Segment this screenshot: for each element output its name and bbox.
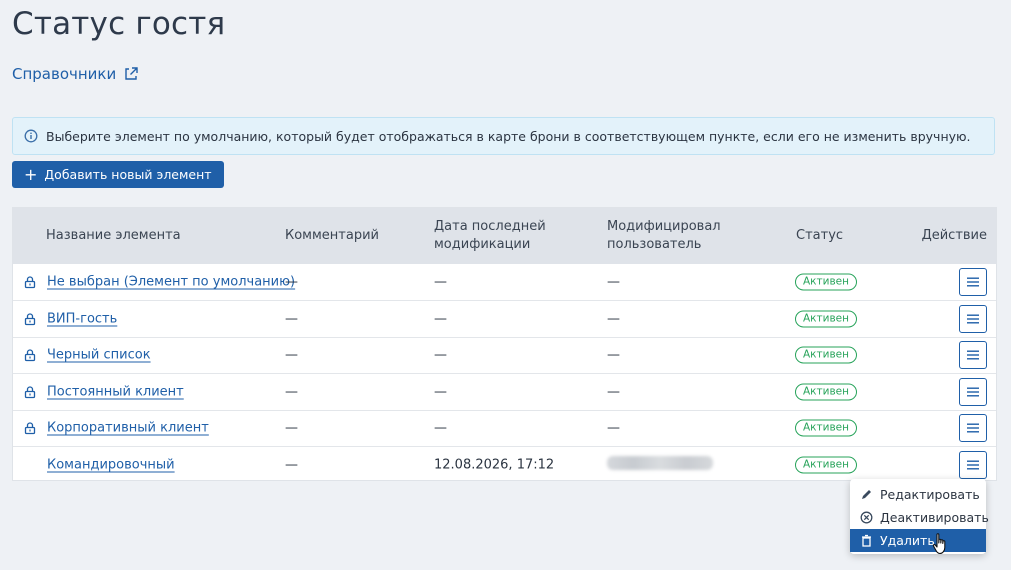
lock-icon bbox=[24, 386, 36, 399]
add-element-button[interactable]: + Добавить новый элемент bbox=[12, 161, 224, 188]
row-date: — bbox=[434, 311, 447, 327]
header-status: Статус bbox=[796, 228, 844, 243]
menu-lines-icon bbox=[967, 314, 979, 324]
menu-item-deactivate[interactable]: Деактивировать bbox=[850, 506, 989, 529]
lock-icon bbox=[24, 276, 36, 289]
row-user: — bbox=[607, 347, 620, 363]
status-badge: Активен bbox=[795, 419, 857, 437]
row-status: Активен bbox=[795, 419, 857, 437]
status-badge: Активен bbox=[795, 310, 857, 328]
menu-item-deactivate-label: Деактивировать bbox=[880, 510, 989, 525]
status-badge: Активен bbox=[795, 383, 857, 401]
row-user: — bbox=[607, 420, 620, 436]
row-status: Активен bbox=[795, 273, 857, 291]
row-action-button[interactable] bbox=[959, 305, 987, 334]
table-row: Черный список — — — Активен bbox=[13, 336, 996, 373]
plus-icon: + bbox=[24, 164, 38, 184]
row-date: 12.08.2026, 17:12 bbox=[434, 457, 555, 473]
table-row: Постоянный клиент — — — Активен bbox=[13, 373, 996, 409]
row-action-button[interactable] bbox=[959, 450, 987, 479]
table-row: Не выбран (Элемент по умолчанию) — — — Актив… bbox=[13, 264, 996, 300]
trash-icon bbox=[862, 534, 871, 547]
row-status: Активен bbox=[795, 310, 857, 328]
row-name-link[interactable]: Черный список bbox=[47, 348, 151, 363]
header-date-line1: Дата последней bbox=[434, 219, 546, 234]
status-badge: Активен bbox=[795, 346, 857, 364]
row-user-redacted bbox=[607, 455, 713, 474]
table-body: Не выбран (Элемент по умолчанию) — — — Актив… bbox=[13, 264, 996, 482]
header-user: Модифицировал пользователь bbox=[607, 218, 721, 254]
row-user: — bbox=[607, 274, 620, 290]
header-comment: Комментарий bbox=[285, 228, 379, 243]
row-action-button[interactable] bbox=[959, 377, 987, 406]
menu-lines-icon bbox=[967, 277, 979, 287]
circle-x-icon bbox=[860, 511, 873, 524]
row-user: — bbox=[607, 384, 620, 400]
menu-item-edit[interactable]: Редактировать bbox=[850, 483, 986, 506]
breadcrumb-label: Справочники bbox=[12, 65, 117, 83]
menu-lines-icon bbox=[967, 423, 979, 433]
menu-item-delete[interactable]: Удалить bbox=[850, 529, 986, 552]
table-row: Корпоративный клиент — — — Активен bbox=[13, 409, 996, 446]
breadcrumb-link[interactable]: Справочники bbox=[12, 65, 138, 83]
status-badge: Активен bbox=[795, 273, 857, 291]
lock-icon bbox=[24, 349, 36, 362]
row-status: Активен bbox=[795, 383, 857, 401]
row-name-link[interactable]: Постоянный клиент bbox=[47, 384, 184, 399]
row-date: — bbox=[434, 420, 447, 436]
elements-table: Название элемента Комментарий Дата после… bbox=[12, 207, 997, 481]
menu-item-delete-label: Удалить bbox=[880, 533, 935, 548]
menu-lines-icon bbox=[967, 350, 979, 360]
row-comment: — bbox=[285, 457, 298, 473]
row-comment: — bbox=[285, 311, 298, 327]
menu-lines-icon bbox=[967, 460, 979, 470]
row-date: — bbox=[434, 384, 447, 400]
info-banner: Выберите элемент по умолчанию, который б… bbox=[12, 117, 995, 155]
pencil-icon bbox=[862, 490, 871, 499]
header-user-line1: Модифицировал bbox=[607, 219, 721, 234]
table-row: ВИП-гость — — — Активен bbox=[13, 300, 996, 336]
row-user: — bbox=[607, 311, 620, 327]
add-element-label: Добавить новый элемент bbox=[44, 167, 212, 182]
header-action: Действие bbox=[921, 228, 987, 243]
row-comment: — bbox=[285, 274, 298, 290]
table-row: Командировочный — 12.08.2026, 17:12 Активен bbox=[13, 445, 996, 482]
header-date: Дата последней модификации bbox=[434, 218, 546, 254]
table-header: Название элемента Комментарий Дата после… bbox=[13, 208, 996, 264]
header-user-line2: пользователь bbox=[607, 237, 702, 252]
row-name-link[interactable]: Корпоративный клиент bbox=[47, 421, 209, 436]
row-status: Активен bbox=[795, 346, 857, 364]
status-badge: Активен bbox=[795, 456, 857, 474]
row-action-button[interactable] bbox=[959, 341, 987, 370]
header-name: Название элемента bbox=[46, 228, 181, 243]
info-text: Выберите элемент по умолчанию, который б… bbox=[46, 128, 971, 144]
row-status: Активен bbox=[795, 456, 857, 474]
row-comment: — bbox=[285, 420, 298, 436]
menu-item-edit-label: Редактировать bbox=[880, 487, 980, 502]
page-title: Статус гостя bbox=[12, 6, 226, 42]
row-comment: — bbox=[285, 347, 298, 363]
external-link-icon bbox=[125, 67, 138, 80]
row-comment: — bbox=[285, 384, 298, 400]
info-icon bbox=[24, 129, 38, 143]
row-name-link[interactable]: ВИП-гость bbox=[47, 312, 117, 327]
row-action-menu: Редактировать Деактивировать Удалить bbox=[850, 479, 989, 554]
lock-icon bbox=[24, 422, 36, 435]
row-action-button[interactable] bbox=[959, 414, 987, 443]
row-date: — bbox=[434, 274, 447, 290]
hand-cursor-icon bbox=[932, 533, 946, 555]
redacted-user-blur bbox=[607, 455, 713, 470]
header-date-line2: модификации bbox=[434, 237, 531, 252]
lock-icon bbox=[24, 313, 36, 326]
menu-lines-icon bbox=[967, 387, 979, 397]
row-name-link[interactable]: Не выбран (Элемент по умолчанию) bbox=[47, 275, 295, 290]
row-name-link[interactable]: Командировочный bbox=[47, 457, 175, 472]
row-date: — bbox=[434, 347, 447, 363]
row-action-button[interactable] bbox=[959, 268, 987, 297]
